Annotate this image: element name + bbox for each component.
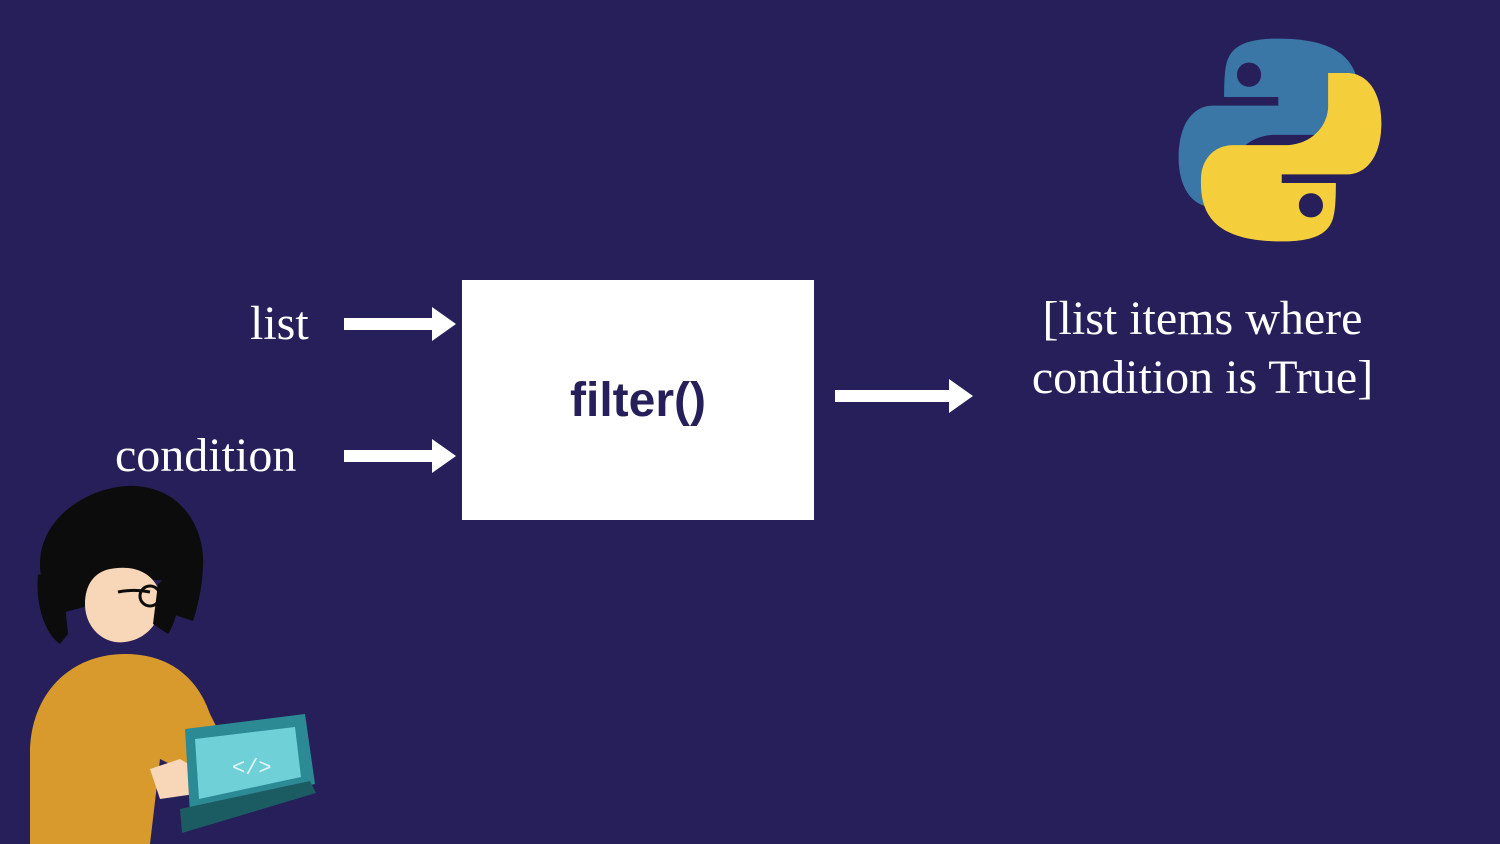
svg-text:</>: </> (232, 756, 272, 781)
filter-function-box: filter() (462, 280, 814, 520)
python-logo-icon (1170, 30, 1390, 250)
output-label: [list items where condition is True] (985, 290, 1420, 407)
arrow-filter-to-output-icon (835, 390, 951, 402)
coder-illustration-icon: </> (0, 484, 330, 844)
diagram-stage: list condition filter() [list items wher… (0, 0, 1500, 844)
filter-function-label: filter() (570, 373, 706, 428)
input-label-list: list (250, 300, 309, 348)
input-label-condition: condition (115, 432, 296, 480)
arrow-list-to-filter-icon (344, 318, 434, 330)
arrow-condition-to-filter-icon (344, 450, 434, 462)
